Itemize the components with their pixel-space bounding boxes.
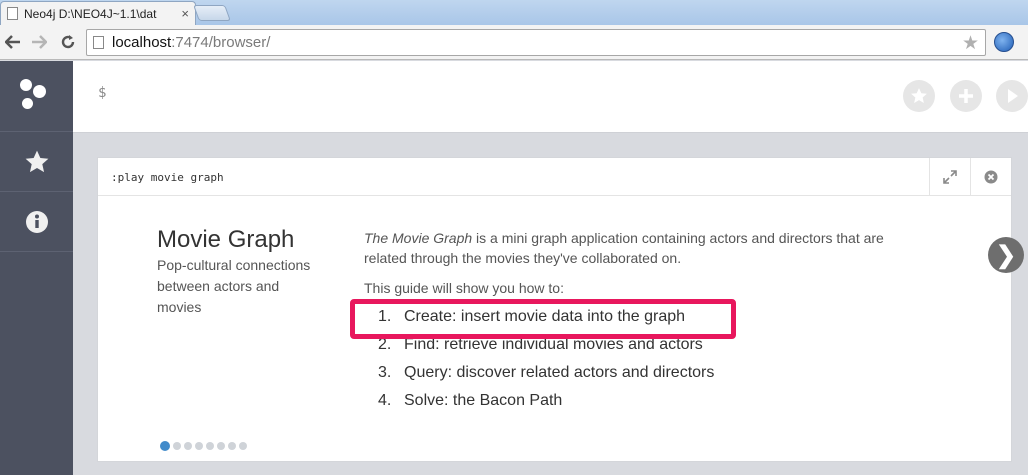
browser-toolbar: localhost:7474/browser/ ★ [0,25,1028,60]
new-tab-button[interactable] [193,5,231,21]
carousel-dot[interactable] [217,442,225,450]
carousel-dot[interactable] [173,442,181,450]
bookmark-star-icon[interactable]: ★ [962,32,979,55]
carousel-dot[interactable] [206,442,214,450]
clear-editor-button[interactable] [950,80,982,112]
query-editor[interactable]: $ [73,61,1028,133]
neo4j-logo[interactable] [0,61,73,132]
carousel-next-button[interactable]: ❯ [988,237,1024,273]
guide-title: Movie Graph [157,226,295,253]
sidebar-item-info[interactable] [0,192,73,252]
list-item: 4. Solve: the Bacon Path [378,392,563,409]
page-icon [7,7,18,20]
carousel-dot[interactable] [239,442,247,450]
info-icon [25,210,48,233]
guide-intro-emphasis: The Movie Graph [364,230,473,246]
frame-header: :play movie graph [98,158,1011,196]
plus-icon [959,89,973,103]
browser-tab[interactable]: Neo4j D:\NEO4J~1.1\dat × [0,1,196,25]
back-arrow-icon[interactable] [2,31,24,53]
address-bar[interactable]: localhost:7474/browser/ ★ [86,29,986,56]
result-frame: :play movie graph Movie Graph Pop-cultur… [97,157,1012,462]
guide-lead: This guide will show you how to: [364,280,564,296]
page-icon [93,36,104,49]
editor-prompt: $ [98,85,107,101]
fullscreen-icon[interactable] [929,158,970,195]
browser-tabstrip: Neo4j D:\NEO4J~1.1\dat × [0,0,1028,25]
star-icon [25,150,48,172]
guide-heading: Movie Graph Pop-cultural connections bet… [157,226,327,318]
carousel-indicators [160,441,247,451]
guide-subtitle: Pop-cultural connections between actors … [157,257,311,315]
frame-command[interactable]: :play movie graph [111,171,224,184]
url-path: :7474/browser/ [171,34,271,51]
close-frame-icon[interactable] [970,158,1011,195]
highlight-annotation [350,299,736,339]
carousel-dot[interactable] [160,441,170,451]
tab-title: Neo4j D:\NEO4J~1.1\dat [24,6,157,21]
carousel-dot[interactable] [195,442,203,450]
guide-intro: The Movie Graph is a mini graph applicat… [364,228,924,268]
neo4j-sidebar [0,61,73,475]
url-host: localhost [112,34,172,51]
list-item: 3. Query: discover related actors and dir… [378,364,715,381]
forward-arrow-icon[interactable] [28,31,50,53]
globe-icon[interactable] [994,32,1014,52]
carousel-dot[interactable] [184,442,192,450]
carousel-dot[interactable] [228,442,236,450]
reload-icon[interactable] [57,31,79,53]
tab-close-icon[interactable]: × [181,6,189,21]
sidebar-item-favorites[interactable] [0,132,73,192]
star-icon [911,88,927,103]
run-query-button[interactable] [996,80,1028,112]
play-icon [1008,89,1018,103]
favorite-query-button[interactable] [903,80,935,112]
